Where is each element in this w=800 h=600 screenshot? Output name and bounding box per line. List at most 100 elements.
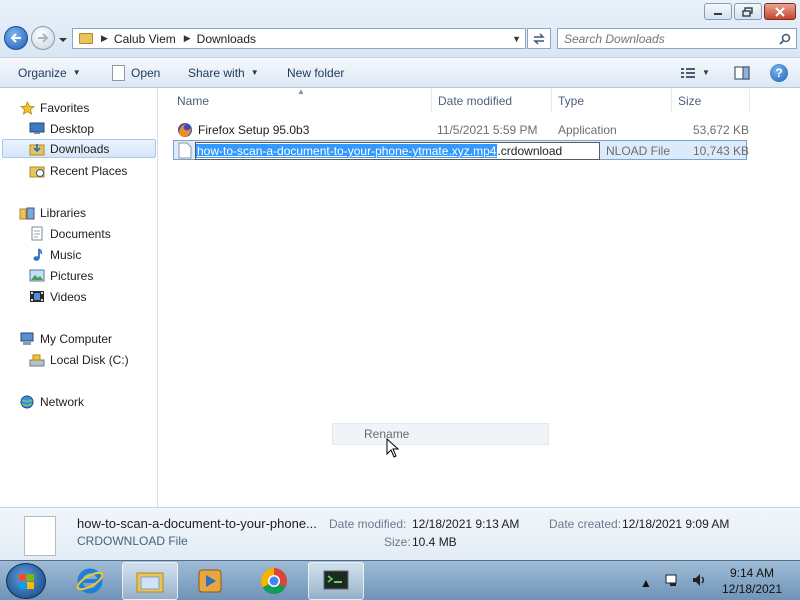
taskbar-windows-explorer[interactable] bbox=[122, 562, 178, 600]
refresh-button[interactable] bbox=[527, 28, 551, 49]
details-size: 10.4 MB bbox=[412, 535, 457, 549]
details-pane: how-to-scan-a-document-to-your-phone... … bbox=[0, 507, 800, 560]
column-header-type[interactable]: Type bbox=[552, 89, 672, 113]
help-icon: ? bbox=[770, 63, 788, 82]
breadcrumb-separator-icon[interactable]: ▶ bbox=[184, 33, 191, 44]
chevron-down-icon[interactable]: ▼ bbox=[512, 34, 521, 44]
back-button[interactable] bbox=[4, 26, 28, 50]
column-header-label: Type bbox=[558, 94, 585, 108]
organize-button[interactable]: Organize ▼ bbox=[10, 61, 89, 85]
computer-icon bbox=[19, 332, 35, 346]
search-box[interactable] bbox=[557, 28, 797, 49]
sidebar-item-label: Favorites bbox=[40, 100, 90, 115]
clock-date: 12/18/2021 bbox=[721, 582, 783, 596]
folder-icon bbox=[136, 572, 164, 593]
windows-logo-icon bbox=[19, 574, 34, 589]
new-folder-button[interactable]: New folder bbox=[279, 61, 352, 85]
sidebar-item-desktop[interactable]: Desktop bbox=[29, 119, 94, 138]
network-status-icon[interactable] bbox=[665, 573, 681, 587]
pictures-icon bbox=[29, 269, 45, 283]
details-date-modified-label: Date modified: bbox=[329, 517, 407, 531]
close-icon bbox=[775, 6, 785, 17]
search-input[interactable] bbox=[564, 31, 774, 46]
taskbar-media-player[interactable] bbox=[182, 562, 238, 600]
organize-label: Organize bbox=[18, 65, 67, 80]
volume-icon[interactable] bbox=[691, 573, 707, 587]
details-file-type: CRDOWNLOAD File bbox=[77, 534, 188, 548]
sidebar-item-label: Network bbox=[40, 394, 85, 409]
help-button[interactable]: ? bbox=[762, 61, 796, 85]
taskbar-chrome[interactable] bbox=[246, 562, 302, 600]
sidebar-item-my-computer[interactable]: My Computer bbox=[19, 329, 112, 348]
refresh-icon bbox=[533, 32, 545, 45]
details-size-label: Size: bbox=[384, 535, 411, 549]
sidebar-item-label: Recent Places bbox=[50, 163, 128, 178]
preview-pane-icon bbox=[734, 65, 750, 80]
close-button[interactable] bbox=[764, 3, 796, 20]
show-hidden-icons-icon[interactable]: ▲ bbox=[640, 576, 652, 590]
file-row-selected[interactable]: how-to-scan-a-document-to-your-phone-ytm… bbox=[173, 140, 749, 160]
mouse-cursor-icon bbox=[386, 438, 400, 458]
open-button[interactable]: Open bbox=[104, 61, 168, 85]
sidebar-item-favorites[interactable]: Favorites bbox=[19, 98, 89, 117]
taskbar-terminal[interactable] bbox=[308, 562, 364, 600]
folder-icon bbox=[79, 33, 93, 44]
address-bar[interactable]: ▶ Calub Viem ▶ Downloads ▼ bbox=[72, 28, 526, 49]
chrome-icon bbox=[260, 567, 287, 595]
arrow-left-icon bbox=[10, 33, 21, 43]
change-view-button[interactable]: ▼ bbox=[672, 61, 718, 85]
taskbar-internet-explorer[interactable] bbox=[62, 562, 118, 600]
maximize-button[interactable] bbox=[734, 3, 762, 20]
sidebar-item-documents[interactable]: Documents bbox=[29, 224, 111, 243]
rename-menu-item[interactable]: Rename bbox=[332, 423, 549, 445]
sidebar-item-music[interactable]: Music bbox=[29, 245, 81, 264]
sidebar-item-label: Libraries bbox=[40, 205, 87, 220]
recent-pages-dropdown[interactable] bbox=[58, 33, 68, 43]
sidebar-item-local-disk[interactable]: Local Disk (C:) bbox=[29, 350, 129, 369]
sidebar-item-pictures[interactable]: Pictures bbox=[29, 266, 93, 285]
column-header-name[interactable]: ▲ Name bbox=[159, 87, 432, 113]
documents-icon bbox=[29, 226, 45, 241]
preview-pane-button[interactable] bbox=[726, 61, 758, 85]
breadcrumb-downloads[interactable]: Downloads bbox=[197, 32, 256, 46]
share-with-label: Share with bbox=[188, 65, 245, 80]
column-header-size[interactable]: Size bbox=[672, 89, 750, 113]
breadcrumb-calub-viem[interactable]: Calub Viem bbox=[114, 32, 176, 46]
internet-explorer-icon bbox=[76, 568, 104, 594]
chevron-down-icon: ▼ bbox=[250, 68, 259, 77]
chevron-down-icon: ▼ bbox=[702, 68, 710, 77]
column-header-date-modified[interactable]: Date modified bbox=[432, 89, 552, 113]
desktop-icon bbox=[29, 122, 45, 136]
recent-places-icon bbox=[29, 164, 45, 178]
column-header-label: Name bbox=[177, 94, 210, 108]
terminal-icon bbox=[323, 570, 349, 590]
breadcrumb-separator-icon[interactable]: ▶ bbox=[101, 33, 108, 44]
sidebar-item-libraries[interactable]: Libraries bbox=[19, 203, 86, 222]
network-icon bbox=[19, 395, 35, 409]
details-date-created: 12/18/2021 9:09 AM bbox=[622, 517, 730, 531]
file-icon bbox=[24, 516, 56, 556]
forward-button[interactable] bbox=[31, 26, 55, 50]
sidebar-item-label: Videos bbox=[50, 289, 87, 304]
minimize-button[interactable] bbox=[704, 3, 732, 20]
music-icon bbox=[29, 248, 45, 262]
file-list: ▲ Name Date modified Type Size Firefox S… bbox=[159, 87, 800, 507]
sidebar-item-label: Pictures bbox=[50, 268, 94, 283]
details-date-created-label: Date created: bbox=[549, 517, 622, 531]
clock[interactable]: 9:14 AM 12/18/2021 bbox=[712, 565, 792, 597]
arrow-right-icon bbox=[38, 33, 49, 43]
rename-extension-text: .crdownload bbox=[497, 144, 563, 158]
details-file-name: how-to-scan-a-document-to-your-phone... bbox=[77, 516, 317, 531]
details-view-icon bbox=[681, 67, 695, 78]
sidebar-item-videos[interactable]: Videos bbox=[29, 287, 86, 306]
file-row[interactable]: Firefox Setup 95.0b3 11/5/2021 5:59 PM A… bbox=[173, 120, 749, 140]
start-button[interactable] bbox=[6, 563, 46, 599]
column-header-label: Size bbox=[678, 94, 702, 108]
sidebar-item-downloads[interactable]: Downloads bbox=[2, 139, 156, 158]
share-with-button[interactable]: Share with ▼ bbox=[180, 61, 267, 85]
search-icon[interactable] bbox=[779, 33, 791, 45]
sidebar-item-network[interactable]: Network bbox=[19, 392, 84, 411]
restore-icon bbox=[742, 6, 753, 17]
sidebar-item-recent-places[interactable]: Recent Places bbox=[29, 161, 127, 180]
rename-input[interactable]: how-to-scan-a-document-to-your-phone-ytm… bbox=[195, 142, 600, 160]
